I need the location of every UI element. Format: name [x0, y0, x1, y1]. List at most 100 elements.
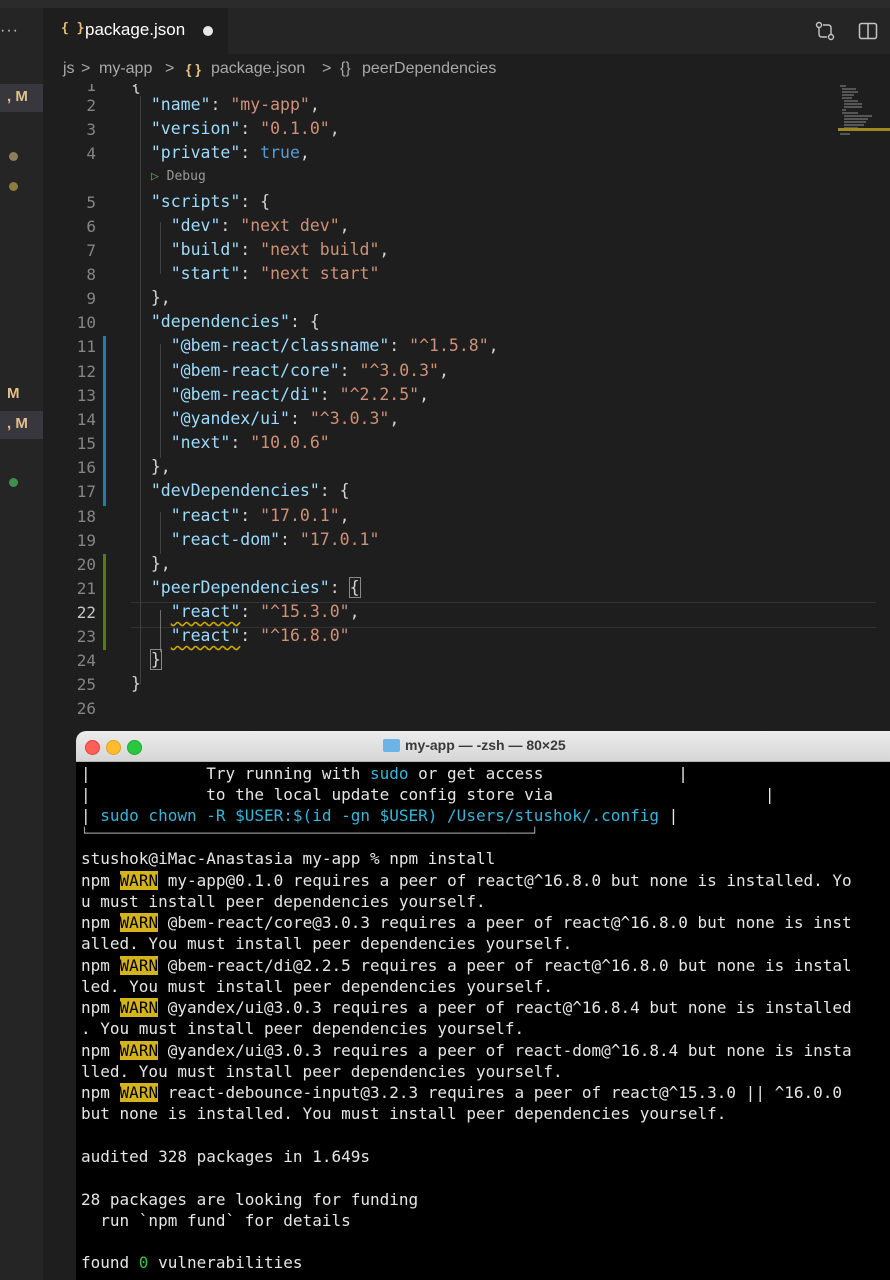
code-line: "start": "next start"	[170, 264, 380, 283]
line-number: 20	[76, 555, 96, 574]
code-line: "dev": "next dev",	[170, 216, 350, 235]
modified-badge: , M	[7, 88, 28, 105]
code-line: "@yandex/ui": "^3.0.3",	[170, 409, 400, 428]
code-line: "react-dom": "17.0.1"	[170, 530, 380, 549]
line-number: 4	[86, 144, 96, 163]
line-number: 26	[76, 699, 96, 718]
terminal-line: npm WARN @yandex/ui@3.0.3 requires a pee…	[81, 1041, 852, 1060]
breadcrumb: js > my-app > { } package.json > {} peer…	[43, 54, 890, 84]
breadcrumb-separator: >	[81, 60, 91, 77]
breadcrumb-item-js[interactable]: js	[63, 60, 75, 78]
terminal-line: | Try running with sudo or get access |	[81, 764, 688, 783]
line-number: 15	[76, 434, 96, 453]
code-line: },	[131, 457, 171, 476]
source-control-compare-icon[interactable]	[814, 20, 836, 42]
terminal-title: my-app — -zsh — 80×25	[405, 737, 566, 753]
code-line: "private": true,	[150, 143, 310, 162]
terminal-line: audited 328 packages in 1.649s	[81, 1147, 370, 1166]
code-line: "react": "^15.3.0",	[170, 602, 360, 621]
terminal-line: | sudo chown -R $USER:$(id -gn $USER) /U…	[81, 806, 679, 825]
line-number: 16	[76, 458, 96, 477]
maximize-window-button[interactable]	[127, 740, 142, 755]
split-editor-icon[interactable]	[857, 20, 879, 42]
terminal-prompt: stushok@iMac-Anastasia my-app % npm inst…	[81, 849, 496, 868]
line-number-active: 22	[76, 603, 96, 622]
line-number: 23	[76, 627, 96, 646]
line-number: 24	[76, 651, 96, 670]
code-line: "react": "17.0.1",	[170, 506, 350, 525]
line-number: 18	[76, 507, 96, 526]
code-line: "@bem-react/classname": "^1.5.8",	[170, 336, 499, 355]
terminal-titlebar[interactable]: my-app — -zsh — 80×25	[76, 731, 890, 762]
line-number: 19	[76, 531, 96, 550]
window-top-strip	[0, 0, 890, 8]
terminal-line: npm WARN my-app@0.1.0 requires a peer of…	[81, 871, 852, 890]
code-line: }	[131, 674, 141, 693]
unsaved-dot-icon[interactable]	[203, 26, 213, 36]
explorer-item-modified[interactable]: M	[0, 381, 43, 409]
json-braces-icon: { }	[186, 61, 201, 77]
terminal-line: npm WARN @bem-react/di@2.2.5 requires a …	[81, 956, 852, 975]
play-icon: ▷	[151, 169, 159, 184]
more-actions-icon[interactable]: ···	[0, 22, 19, 40]
code-line: "peerDependencies": {	[150, 577, 361, 598]
terminal-window[interactable]: my-app — -zsh — 80×25 | Try running with…	[76, 731, 890, 1280]
line-number: 25	[76, 675, 96, 694]
explorer-item-modified[interactable]: , M	[0, 84, 43, 112]
modified-badge: , M	[7, 415, 28, 432]
code-line: },	[131, 554, 171, 573]
line-number: 12	[76, 362, 96, 381]
explorer-item-modified[interactable]: , M	[0, 411, 43, 439]
terminal-line: u must install peer dependencies yoursel…	[81, 892, 486, 911]
code-line: "react": "^16.8.0"	[170, 626, 350, 645]
editor-tab-bar: { } package.json	[43, 8, 890, 54]
line-number: 2	[86, 96, 96, 115]
close-window-button[interactable]	[85, 740, 100, 755]
terminal-line: npm WARN @yandex/ui@3.0.3 requires a pee…	[81, 998, 852, 1017]
breadcrumb-item-package-json[interactable]: package.json	[211, 60, 305, 78]
line-number: 5	[86, 193, 96, 212]
code-line: "next": "10.0.6"	[170, 433, 330, 452]
breadcrumb-item-peer-dependencies[interactable]: peerDependencies	[362, 60, 496, 78]
code-line: "build": "next build",	[170, 240, 390, 259]
tab-label: package.json	[85, 20, 186, 39]
terminal-line: └───────────────────────────────────────…	[81, 827, 538, 840]
code-line: {	[131, 84, 141, 95]
breadcrumb-separator: >	[322, 60, 332, 77]
gutter-added-bar	[103, 554, 106, 650]
line-number: 3	[86, 120, 96, 139]
terminal-line: lled. You must install peer dependencies…	[81, 1062, 563, 1081]
tab-package-json[interactable]: { } package.json	[43, 8, 228, 54]
terminal-line: | to the local update config store via |	[81, 785, 775, 804]
line-number: 11	[76, 337, 96, 356]
debug-codelens[interactable]: ▷ Debug	[151, 169, 206, 184]
terminal-line: run `npm fund` for details	[81, 1211, 351, 1230]
code-editor[interactable]: 1 2 3 4 5 6 7 8 9 10 11 12 13 14 15 16 1…	[43, 84, 890, 730]
terminal-line: 28 packages are looking for funding	[81, 1190, 419, 1209]
line-number: 7	[86, 241, 96, 260]
line-number: 17	[76, 482, 96, 501]
terminal-line: found 0 vulnerabilities	[81, 1253, 303, 1272]
terminal-line: alled. You must install peer dependencie…	[81, 934, 573, 953]
line-number: 14	[76, 410, 96, 429]
minimize-window-button[interactable]	[106, 740, 121, 755]
terminal-line: npm WARN @bem-react/core@3.0.3 requires …	[81, 913, 852, 932]
minimap[interactable]	[838, 84, 890, 139]
json-braces-icon: { }	[61, 21, 85, 36]
breadcrumb-separator: >	[165, 60, 175, 77]
code-line: },	[131, 288, 171, 307]
line-number: 10	[76, 313, 96, 332]
terminal-line: led. You must install peer dependencies …	[81, 977, 554, 996]
breadcrumb-item-my-app[interactable]: my-app	[99, 60, 152, 78]
code-line: }	[149, 649, 162, 670]
terminal-line: npm WARN react-debounce-input@3.2.3 requ…	[81, 1083, 843, 1102]
modified-badge: M	[7, 385, 20, 402]
gutter-modified-bar	[103, 336, 106, 506]
line-number: 13	[76, 386, 96, 405]
folder-icon	[383, 739, 400, 752]
code-line: "devDependencies": {	[150, 481, 350, 500]
status-dot-icon	[9, 182, 18, 191]
line-number: 8	[86, 265, 96, 284]
line-number: 1	[86, 84, 96, 95]
status-dot-icon	[9, 478, 18, 487]
